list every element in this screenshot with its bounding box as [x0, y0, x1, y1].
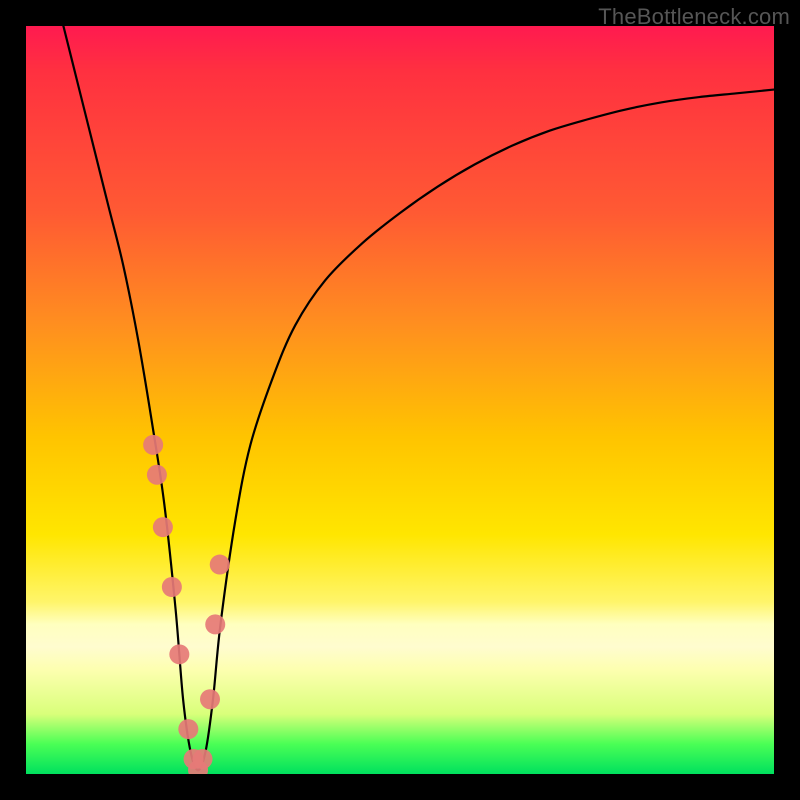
marker-dot	[193, 749, 213, 769]
highlight-markers	[143, 435, 230, 774]
marker-dot	[153, 517, 173, 537]
marker-dot	[162, 577, 182, 597]
marker-dot	[205, 614, 225, 634]
bottleneck-curve	[63, 26, 774, 770]
marker-dot	[188, 760, 208, 774]
marker-dot	[178, 719, 198, 739]
chart-frame: TheBottleneck.com	[0, 0, 800, 800]
marker-dot	[147, 465, 167, 485]
marker-dot	[210, 555, 230, 575]
marker-dot	[169, 644, 189, 664]
marker-dot	[184, 749, 204, 769]
plot-area	[26, 26, 774, 774]
marker-dot	[200, 689, 220, 709]
chart-svg	[26, 26, 774, 774]
marker-dot	[143, 435, 163, 455]
